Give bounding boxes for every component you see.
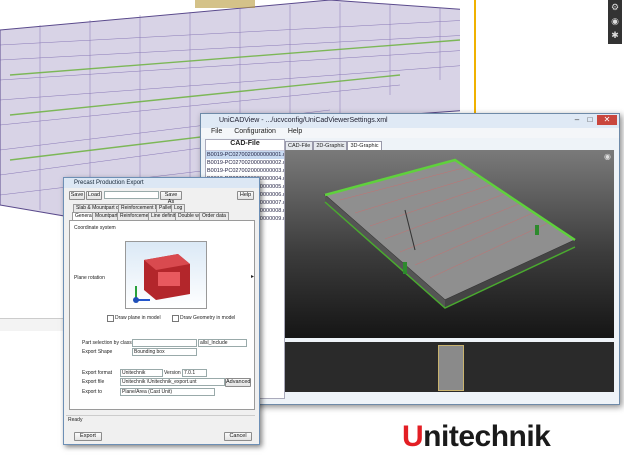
unicadview-menubar: File Configuration Help — [201, 128, 619, 138]
menu-help[interactable]: Help — [288, 128, 302, 135]
part-selection-dropdown[interactable]: allsl_Include — [198, 339, 247, 347]
unicadview-titlebar: UniCADView - .../ucvconfig/UniCadViewerS… — [201, 114, 619, 128]
save-button[interactable]: Save — [69, 191, 85, 200]
tab-log[interactable]: Log — [171, 204, 186, 212]
dialog-title: Precast Production Export — [74, 180, 144, 186]
bim-toolbar: ⚙ ◉ ✱ — [608, 0, 622, 44]
export-shape-select[interactable]: Bounding box — [132, 348, 197, 356]
view-cube-icon[interactable]: ◉ — [604, 152, 611, 161]
export-button[interactable]: Export — [74, 432, 102, 441]
load-button[interactable]: Load — [86, 191, 102, 200]
precast-export-dialog: Precast Production Export Save Load Save… — [63, 177, 260, 445]
tab-2d-graphic[interactable]: 2D-Graphic — [313, 141, 348, 150]
tab-3d-graphic[interactable]: 3D-Graphic — [347, 141, 382, 150]
unicadview-window: UniCADView - .../ucvconfig/UniCadViewerS… — [200, 113, 620, 405]
logo-first-letter: U — [402, 420, 424, 453]
minimize-icon[interactable]: – — [571, 115, 583, 125]
version-select[interactable]: 7.0.1 — [182, 369, 207, 377]
coordinate-system-label: Coordinate system — [74, 225, 116, 231]
dialog-status-bar: Ready — [66, 415, 255, 423]
save-as-button[interactable]: Save As — [160, 191, 182, 205]
export-to-select[interactable]: Plane/Area (Cast Unit) — [120, 388, 215, 396]
menu-file[interactable]: File — [211, 128, 222, 135]
gear-icon[interactable]: ⚙ — [608, 0, 622, 14]
thumbnail-strip[interactable] — [285, 342, 614, 392]
export-format-label: Export format — [82, 370, 113, 376]
logo-rest: nitechnik — [423, 420, 551, 453]
arrow-right-icon[interactable]: ▸ — [251, 273, 254, 280]
dialog-titlebar: Precast Production Export — [64, 178, 259, 188]
slab-3d-model — [323, 158, 577, 309]
draw-geometry-checkbox[interactable] — [172, 315, 179, 322]
cad-file-item[interactable]: B0019-PC0270020000000003.unt — [206, 167, 284, 175]
cancel-button[interactable]: Cancel — [224, 432, 252, 441]
rotation-cube-illustration — [133, 254, 190, 303]
unitechnik-logo: Unitechnik — [402, 420, 551, 453]
part-selection-label: Part selection by class — [82, 340, 132, 346]
general-tab-panel: Coordinate system ▸ Plane rotation Draw … — [69, 220, 255, 410]
plane-rotation-label: Plane rotation — [74, 275, 105, 281]
settings-dropdown[interactable] — [104, 191, 159, 199]
export-file-label: Export file — [82, 379, 105, 385]
3d-viewport[interactable]: ◉ — [285, 150, 614, 338]
draw-geometry-label: Draw Geometry in model — [180, 315, 236, 321]
tab-order-data[interactable]: Order data — [199, 212, 229, 220]
export-to-label: Export to — [82, 389, 103, 395]
part-selection-field[interactable] — [132, 339, 197, 347]
close-icon[interactable]: ✕ — [597, 115, 617, 125]
menu-configuration[interactable]: Configuration — [234, 128, 276, 135]
export-shape-label: Export Shape — [82, 349, 113, 355]
camera-icon[interactable]: ◉ — [608, 14, 622, 28]
cad-file-header: CAD-File — [206, 140, 284, 151]
maximize-icon[interactable]: □ — [584, 115, 596, 125]
unicadview-title: UniCADView - .../ucvconfig/UniCadViewerS… — [219, 117, 388, 124]
draw-plane-checkbox[interactable] — [107, 315, 114, 322]
plane-rotation-preview[interactable] — [125, 241, 207, 309]
unicadview-tabs: CAD-File 2D-Graphic 3D-Graphic — [285, 141, 382, 150]
advanced-button[interactable]: Advanced — [225, 378, 251, 387]
cad-file-item[interactable]: B0019-PC0270020000000001.unt — [206, 151, 284, 159]
dialog-status-text: Ready — [68, 417, 83, 423]
thumbnail-selected[interactable] — [438, 345, 464, 391]
help-button[interactable]: Help — [237, 191, 254, 200]
tab-cad-file[interactable]: CAD-File — [285, 141, 314, 150]
export-format-select[interactable]: Unitechnik — [120, 369, 163, 377]
export-file-field[interactable]: Unitechnik \Unitechnik_export.unt — [120, 378, 225, 386]
settings-icon[interactable]: ✱ — [608, 28, 622, 42]
draw-plane-label: Draw plane in model — [115, 315, 161, 321]
cad-file-item[interactable]: B0019-PC0270020000000002.unt — [206, 159, 284, 167]
version-label: Version — [164, 370, 181, 376]
